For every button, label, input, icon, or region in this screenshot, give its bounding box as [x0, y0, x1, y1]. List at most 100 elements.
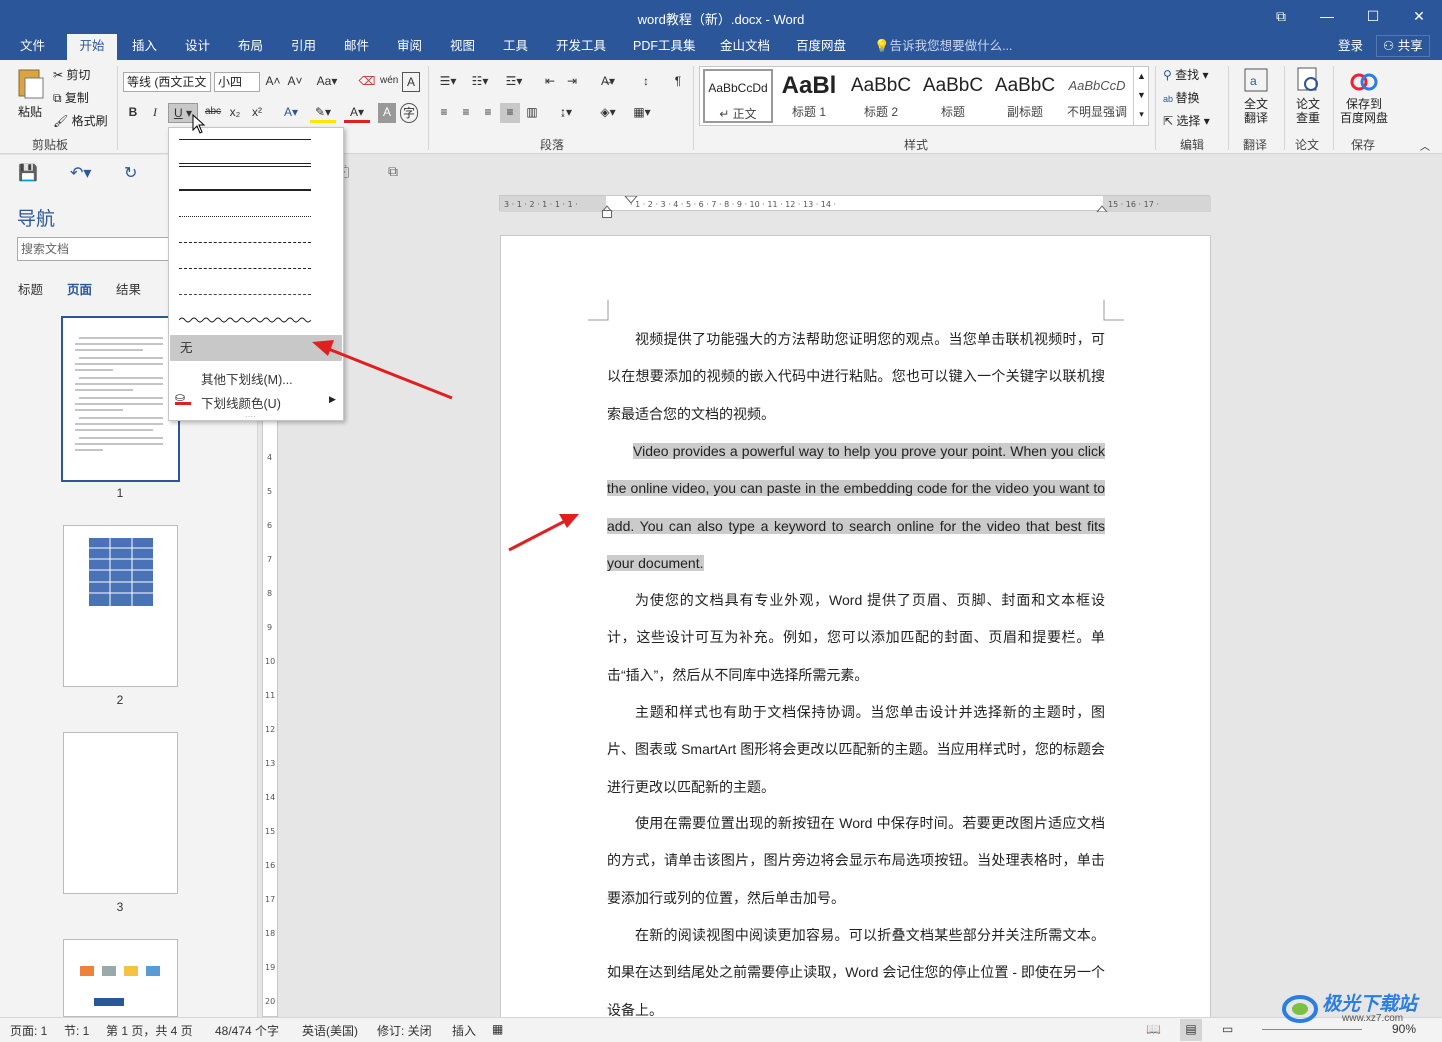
status-insert-mode[interactable]: 插入: [452, 1022, 476, 1039]
nav-search-input[interactable]: 搜索文档: [17, 237, 172, 261]
borders-button[interactable]: ▦▾: [628, 103, 656, 123]
style-normal[interactable]: AaBbCcDd ↵ 正文: [703, 69, 773, 123]
status-track-changes[interactable]: 修订: 关闭: [377, 1022, 432, 1039]
font-size-combo[interactable]: 小四: [214, 72, 260, 92]
page-thumbnail-3[interactable]: [63, 732, 178, 894]
share-button[interactable]: ⚇ 共享: [1376, 35, 1430, 57]
tab-insert[interactable]: 插入: [126, 34, 163, 60]
underline-dash-dot[interactable]: [179, 268, 311, 269]
style-subtle-emphasis[interactable]: AaBbCcD 不明显强调: [1062, 69, 1132, 123]
redo-icon[interactable]: ↻: [124, 163, 137, 183]
tab-developer[interactable]: 开发工具: [550, 34, 612, 60]
format-painter-button[interactable]: 🖌 格式刷: [53, 112, 108, 129]
multi-page-icon[interactable]: ⧉: [388, 163, 398, 180]
save-to-netdisk-button[interactable]: 保存到 百度网盘: [1338, 66, 1390, 125]
tab-references[interactable]: 引用: [285, 34, 322, 60]
vertical-ruler[interactable]: 4 5 6 7 8 9 10 11 12 13 14 15 16 17 18 19 20: [262, 405, 278, 1017]
maximize-button[interactable]: ☐: [1358, 4, 1388, 28]
status-page[interactable]: 页面: 1: [10, 1022, 47, 1039]
align-center-button[interactable]: ≡: [456, 103, 476, 123]
underline-color-option[interactable]: 下划线颜色(U): [201, 393, 281, 412]
paste-button[interactable]: 粘贴: [12, 66, 48, 120]
font-color-button[interactable]: A▾: [344, 103, 370, 123]
style-heading-2[interactable]: AaBbC 标题 2: [846, 69, 916, 123]
doc-paragraph-1[interactable]: 视频提供了功能强大的方法帮助您证明您的观点。当您单击联机视频时，可以在想要添加的…: [607, 321, 1105, 433]
highlight-color-button[interactable]: ✎▾: [310, 103, 336, 123]
increase-indent-button[interactable]: ⇥: [562, 72, 582, 92]
tab-kingsoft-docs[interactable]: 金山文档: [714, 34, 776, 60]
style-title[interactable]: AaBbC 标题: [918, 69, 988, 123]
align-right-button[interactable]: ≡: [478, 103, 498, 123]
tab-view[interactable]: 视图: [444, 34, 481, 60]
shrink-font-button[interactable]: A˅: [286, 72, 304, 92]
find-button[interactable]: ⚲ 查找 ▾: [1163, 66, 1209, 83]
macro-record-icon[interactable]: ▦: [492, 1022, 503, 1036]
select-button[interactable]: ⇱ 选择 ▾: [1163, 112, 1210, 129]
justify-button[interactable]: ≡: [500, 103, 520, 123]
char-border-icon[interactable]: A: [402, 72, 420, 92]
horizontal-ruler[interactable]: 3 · 1 · 2 · 1 · 1 · 1 · · 1 · 2 · 3 · 4 …: [499, 195, 1211, 213]
underline-single[interactable]: [179, 139, 311, 140]
bullets-button[interactable]: ☰▾: [434, 72, 462, 92]
grow-font-button[interactable]: A˄: [264, 72, 282, 92]
selected-text[interactable]: Video provides a powerful way to help yo…: [607, 443, 1105, 571]
ribbon-display-icon[interactable]: ⧉: [1266, 4, 1296, 28]
tab-baidu-netdisk[interactable]: 百度网盘: [790, 34, 852, 60]
style-heading-1[interactable]: AaBl 标题 1: [774, 69, 844, 123]
status-word-count[interactable]: 48/474 个字: [215, 1022, 279, 1039]
paper-check-button[interactable]: 论文 查重: [1290, 66, 1326, 125]
tab-file[interactable]: 文件: [14, 34, 51, 60]
underline-double[interactable]: [179, 163, 311, 167]
superscript-button[interactable]: x²: [248, 103, 266, 123]
char-shading-icon[interactable]: A: [378, 103, 396, 123]
line-spacing-button[interactable]: ↨▾: [552, 103, 580, 123]
undo-icon[interactable]: ↶▾: [70, 163, 91, 183]
underline-dotted[interactable]: [179, 216, 311, 217]
page-thumbnail-4[interactable]: [63, 939, 178, 1017]
underline-wave[interactable]: [179, 316, 311, 324]
doc-paragraph-5[interactable]: 使用在需要位置出现的新按钮在 Word 中保存时间。若要更改图片适应文档的方式，…: [607, 805, 1105, 917]
text-effects-button[interactable]: A▾: [278, 103, 304, 123]
save-icon[interactable]: 💾: [18, 163, 38, 183]
underline-dash-dot-dot[interactable]: [179, 294, 311, 295]
shading-button[interactable]: ◈▾: [594, 103, 622, 123]
doc-paragraph-6[interactable]: 在新的阅读视图中阅读更加容易。可以折叠文档某些部分并关注所需文本。如果在达到结尾…: [607, 917, 1105, 1017]
decrease-indent-button[interactable]: ⇤: [540, 72, 560, 92]
show-marks-button[interactable]: ¶: [668, 72, 688, 92]
collapse-ribbon-icon[interactable]: ︿: [1420, 138, 1430, 153]
status-language[interactable]: 英语(美国): [302, 1022, 358, 1039]
style-subtitle[interactable]: AaBbC 副标题: [990, 69, 1060, 123]
resize-grip-icon[interactable]: ····: [245, 412, 256, 421]
status-section[interactable]: 节: 1: [64, 1022, 89, 1039]
read-mode-icon[interactable]: 📖: [1146, 1022, 1161, 1036]
page-thumbnail-1[interactable]: [61, 316, 180, 482]
left-indent-marker[interactable]: [602, 210, 612, 218]
multilevel-list-button[interactable]: ☲▾: [500, 72, 528, 92]
align-left-button[interactable]: ≡: [434, 103, 454, 123]
distributed-button[interactable]: ▥: [522, 103, 542, 123]
tab-layout[interactable]: 布局: [232, 34, 269, 60]
status-page-count[interactable]: 第 1 页，共 4 页: [106, 1022, 193, 1039]
styles-scroll[interactable]: ▲ ▼ ▾: [1133, 67, 1149, 125]
tab-pdf-tools[interactable]: PDF工具集: [627, 34, 702, 60]
doc-paragraph-4[interactable]: 主题和样式也有助于文档保持协调。当您单击设计并选择新的主题时，图片、图表或 Sm…: [607, 694, 1105, 806]
numbering-button[interactable]: ☷▾: [466, 72, 494, 92]
clear-format-icon[interactable]: ⌫: [358, 72, 376, 92]
italic-button[interactable]: I: [146, 103, 164, 123]
chinese-layout-button[interactable]: A̶▾: [594, 72, 622, 92]
strikethrough-button[interactable]: abc: [203, 103, 223, 123]
nav-tab-headings[interactable]: 标题: [18, 279, 43, 298]
replace-button[interactable]: ab 替换: [1163, 89, 1200, 106]
doc-paragraph-2-selected[interactable]: Video provides a powerful way to help yo…: [607, 433, 1105, 582]
full-translate-button[interactable]: a 全文 翻译: [1238, 66, 1274, 125]
nav-tab-results[interactable]: 结果: [116, 279, 141, 298]
tab-home[interactable]: 开始: [67, 34, 117, 60]
phonetic-guide-icon[interactable]: wén: [380, 72, 398, 92]
tab-design[interactable]: 设计: [179, 34, 216, 60]
tab-review[interactable]: 审阅: [391, 34, 428, 60]
login-button[interactable]: 登录: [1332, 34, 1369, 60]
nav-tab-pages[interactable]: 页面: [67, 279, 92, 298]
underline-dashed[interactable]: [179, 242, 311, 243]
web-layout-icon[interactable]: ▭: [1222, 1022, 1233, 1036]
subscript-button[interactable]: x₂: [226, 103, 244, 123]
